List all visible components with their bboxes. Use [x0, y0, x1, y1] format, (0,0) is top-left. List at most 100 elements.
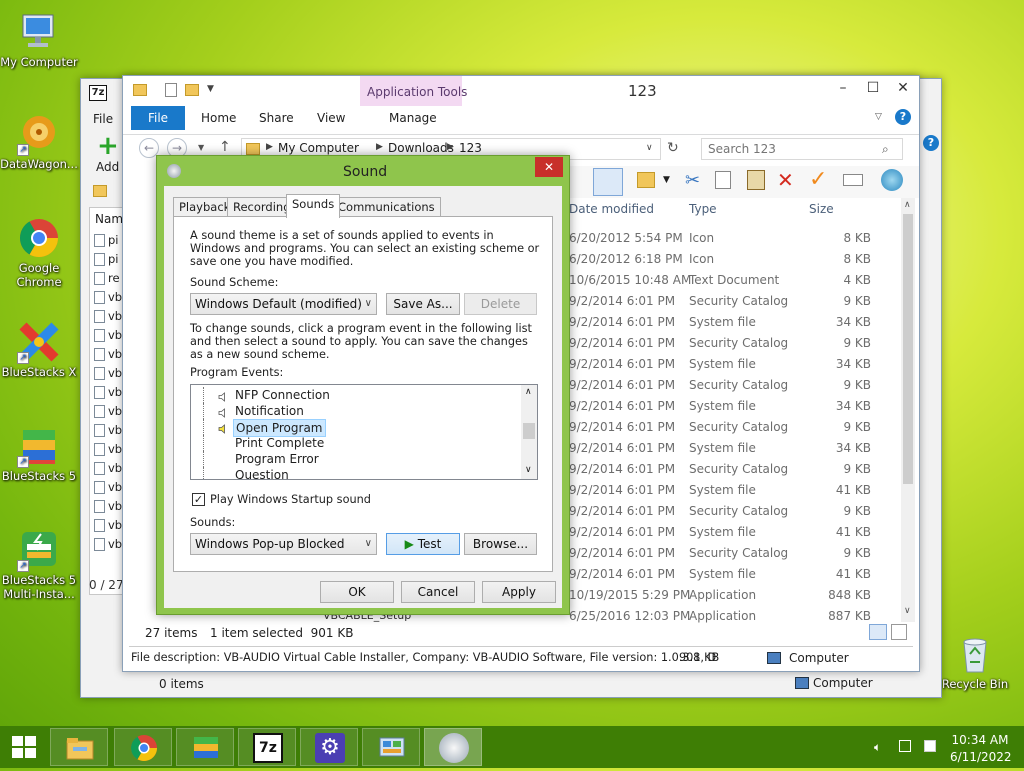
file-list-scrollbar[interactable]: ∧ ∨ — [901, 198, 915, 622]
list-item[interactable]: Question — [191, 467, 511, 479]
details-view-icon[interactable] — [869, 624, 887, 640]
table-row[interactable]: 9/2/2014 6:01 PM System file 34 KB — [563, 354, 903, 375]
taskbar-sound[interactable] — [424, 728, 482, 766]
sound-select[interactable]: Windows Pop-up Blocked ∨ — [190, 533, 377, 555]
folder-options-icon[interactable] — [637, 172, 655, 188]
desktop-icon-recycle-bin[interactable]: Recycle Bin — [936, 632, 1014, 692]
breadcrumb-123[interactable]: 123 — [459, 141, 482, 155]
table-row[interactable]: 9/2/2014 6:01 PM Security Catalog 9 KB — [563, 417, 903, 438]
breadcrumb-sep-icon[interactable]: ▶ — [376, 142, 383, 152]
delete-icon[interactable]: ✕ — [777, 168, 794, 192]
delete-button[interactable]: Delete — [464, 293, 537, 315]
scroll-up-icon[interactable]: ∧ — [525, 387, 532, 397]
taskbar-7zip[interactable]: 7z — [238, 728, 296, 766]
scroll-thumb[interactable] — [523, 423, 535, 439]
address-dropdown-icon[interactable]: ∨ — [646, 143, 653, 153]
desktop-icon-bluestacks-multi[interactable]: ↗ BlueStacks 5 Multi-Insta... — [0, 528, 78, 602]
back-file-tab[interactable]: File — [93, 112, 113, 126]
tab-view[interactable]: View — [307, 106, 355, 130]
desktop-icon-chrome[interactable]: Google Chrome — [0, 216, 78, 290]
browse-button[interactable]: Browse... — [464, 533, 537, 555]
add-label[interactable]: Add — [96, 160, 119, 174]
large-icons-view-icon[interactable] — [891, 624, 907, 640]
volume-icon[interactable]: 🔈︎ — [874, 740, 881, 755]
list-item[interactable]: Program Error — [191, 451, 511, 467]
program-events-list[interactable]: NFP Connection Notification Open Program Pr… — [190, 384, 538, 480]
table-row[interactable]: 9/2/2014 6:01 PM System file 41 KB — [563, 522, 903, 543]
list-item[interactable]: Print Complete — [191, 435, 511, 451]
dialog-close-button[interactable]: ✕ — [535, 157, 563, 177]
breadcrumb-sep-icon[interactable]: ▶ — [447, 142, 454, 152]
rename-icon[interactable] — [843, 174, 863, 186]
list-item[interactable]: NFP Connection — [191, 387, 511, 403]
tab-sounds[interactable]: Sounds — [286, 194, 341, 218]
shell-icon[interactable] — [881, 169, 903, 191]
startup-checkbox[interactable]: ✓ — [192, 493, 205, 506]
tab-file[interactable]: File — [131, 106, 185, 130]
test-button[interactable]: ▶ Test — [386, 533, 460, 555]
breadcrumb-my-computer[interactable]: My Computer — [278, 141, 359, 155]
maximize-button[interactable]: ☐ — [858, 78, 888, 98]
preview-pane-icon[interactable] — [593, 168, 623, 196]
new-folder-icon[interactable] — [185, 84, 199, 96]
scheme-select[interactable]: Windows Default (modified) ∨ — [190, 293, 377, 315]
table-row[interactable]: 6/20/2012 5:54 PM Icon 8 KB — [563, 228, 903, 249]
list-item[interactable]: Open Program — [191, 419, 511, 437]
add-icon[interactable]: + — [97, 133, 119, 159]
save-as-button[interactable]: Save As... — [386, 293, 460, 315]
table-row[interactable]: 9/2/2014 6:01 PM Security Catalog 9 KB — [563, 291, 903, 312]
type-header[interactable]: Type — [689, 198, 717, 220]
table-row[interactable]: 9/2/2014 6:01 PM Security Catalog 9 KB — [563, 543, 903, 564]
close-button[interactable]: ✕ — [888, 78, 918, 98]
table-row[interactable]: 9/2/2014 6:01 PM Security Catalog 9 KB — [563, 333, 903, 354]
start-button[interactable] — [0, 726, 48, 768]
table-row[interactable]: 9/2/2014 6:01 PM System file 34 KB — [563, 438, 903, 459]
scroll-down-icon[interactable]: ∨ — [525, 465, 532, 475]
network-icon[interactable] — [899, 740, 911, 752]
clock-time[interactable]: 10:34 AM — [950, 733, 1010, 747]
action-center-icon[interactable] — [924, 740, 936, 752]
desktop-icon-my-computer[interactable]: My Computer — [0, 10, 78, 70]
recent-dropdown-icon[interactable]: ▼ — [198, 143, 204, 152]
up-button[interactable]: ↑ — [219, 139, 231, 155]
cancel-button[interactable]: Cancel — [401, 581, 475, 603]
tab-home[interactable]: Home — [191, 106, 246, 130]
taskbar-chrome[interactable] — [114, 728, 172, 766]
folder-options-dropdown-icon[interactable]: ▼ — [663, 175, 670, 185]
desktop-icon-datawagon[interactable]: ↗ DataWagon... — [0, 112, 78, 172]
search-icon[interactable]: ⌕ — [882, 142, 889, 157]
taskbar-control-panel[interactable] — [362, 728, 420, 766]
taskbar-explorer[interactable] — [50, 728, 108, 766]
clock-date[interactable]: 6/11/2022 — [950, 750, 1012, 764]
breadcrumb-downloads[interactable]: Downloads — [388, 141, 454, 155]
events-scrollbar[interactable]: ∧ ∨ — [521, 385, 537, 479]
properties-icon[interactable] — [165, 83, 177, 97]
apply-button[interactable]: Apply — [482, 581, 556, 603]
help-icon[interactable]: ? — [895, 109, 911, 125]
table-row[interactable]: 9/2/2014 6:01 PM System file 41 KB — [563, 480, 903, 501]
ribbon-collapse-icon[interactable]: ▽ — [875, 112, 882, 122]
back-help-icon[interactable]: ? — [923, 135, 939, 151]
up-folder-icon[interactable] — [93, 185, 107, 197]
paste-icon[interactable] — [747, 170, 765, 190]
ok-button[interactable]: OK — [320, 581, 394, 603]
table-row[interactable]: 9/2/2014 6:01 PM Security Catalog 9 KB — [563, 375, 903, 396]
taskbar-settings[interactable]: ⚙ — [300, 728, 358, 766]
size-header[interactable]: Size — [809, 198, 834, 220]
apply-check-icon[interactable]: ✓ — [809, 167, 827, 192]
table-row[interactable]: 9/2/2014 6:01 PM Security Catalog 9 KB — [563, 459, 903, 480]
tab-share[interactable]: Share — [249, 106, 304, 130]
desktop-icon-bluestacks-5[interactable]: ↗ BlueStacks 5 — [0, 424, 78, 484]
desktop-icon-bluestacks-x[interactable]: ↗ BlueStacks X — [0, 320, 78, 380]
refresh-icon[interactable]: ↻ — [667, 140, 679, 156]
taskbar-bluestacks[interactable] — [176, 728, 234, 766]
search-input[interactable] — [706, 141, 866, 157]
table-row[interactable]: 9/2/2014 6:01 PM System file 41 KB — [563, 564, 903, 585]
scroll-thumb[interactable] — [903, 214, 913, 484]
breadcrumb-sep-icon[interactable]: ▶ — [266, 142, 273, 152]
date-modified-header[interactable]: Date modified — [569, 198, 654, 220]
table-row[interactable]: 9/2/2014 6:01 PM System file 34 KB — [563, 396, 903, 417]
minimize-button[interactable]: – — [828, 78, 858, 98]
startup-label[interactable]: Play Windows Startup sound — [210, 493, 371, 506]
copy-icon[interactable] — [715, 171, 731, 189]
